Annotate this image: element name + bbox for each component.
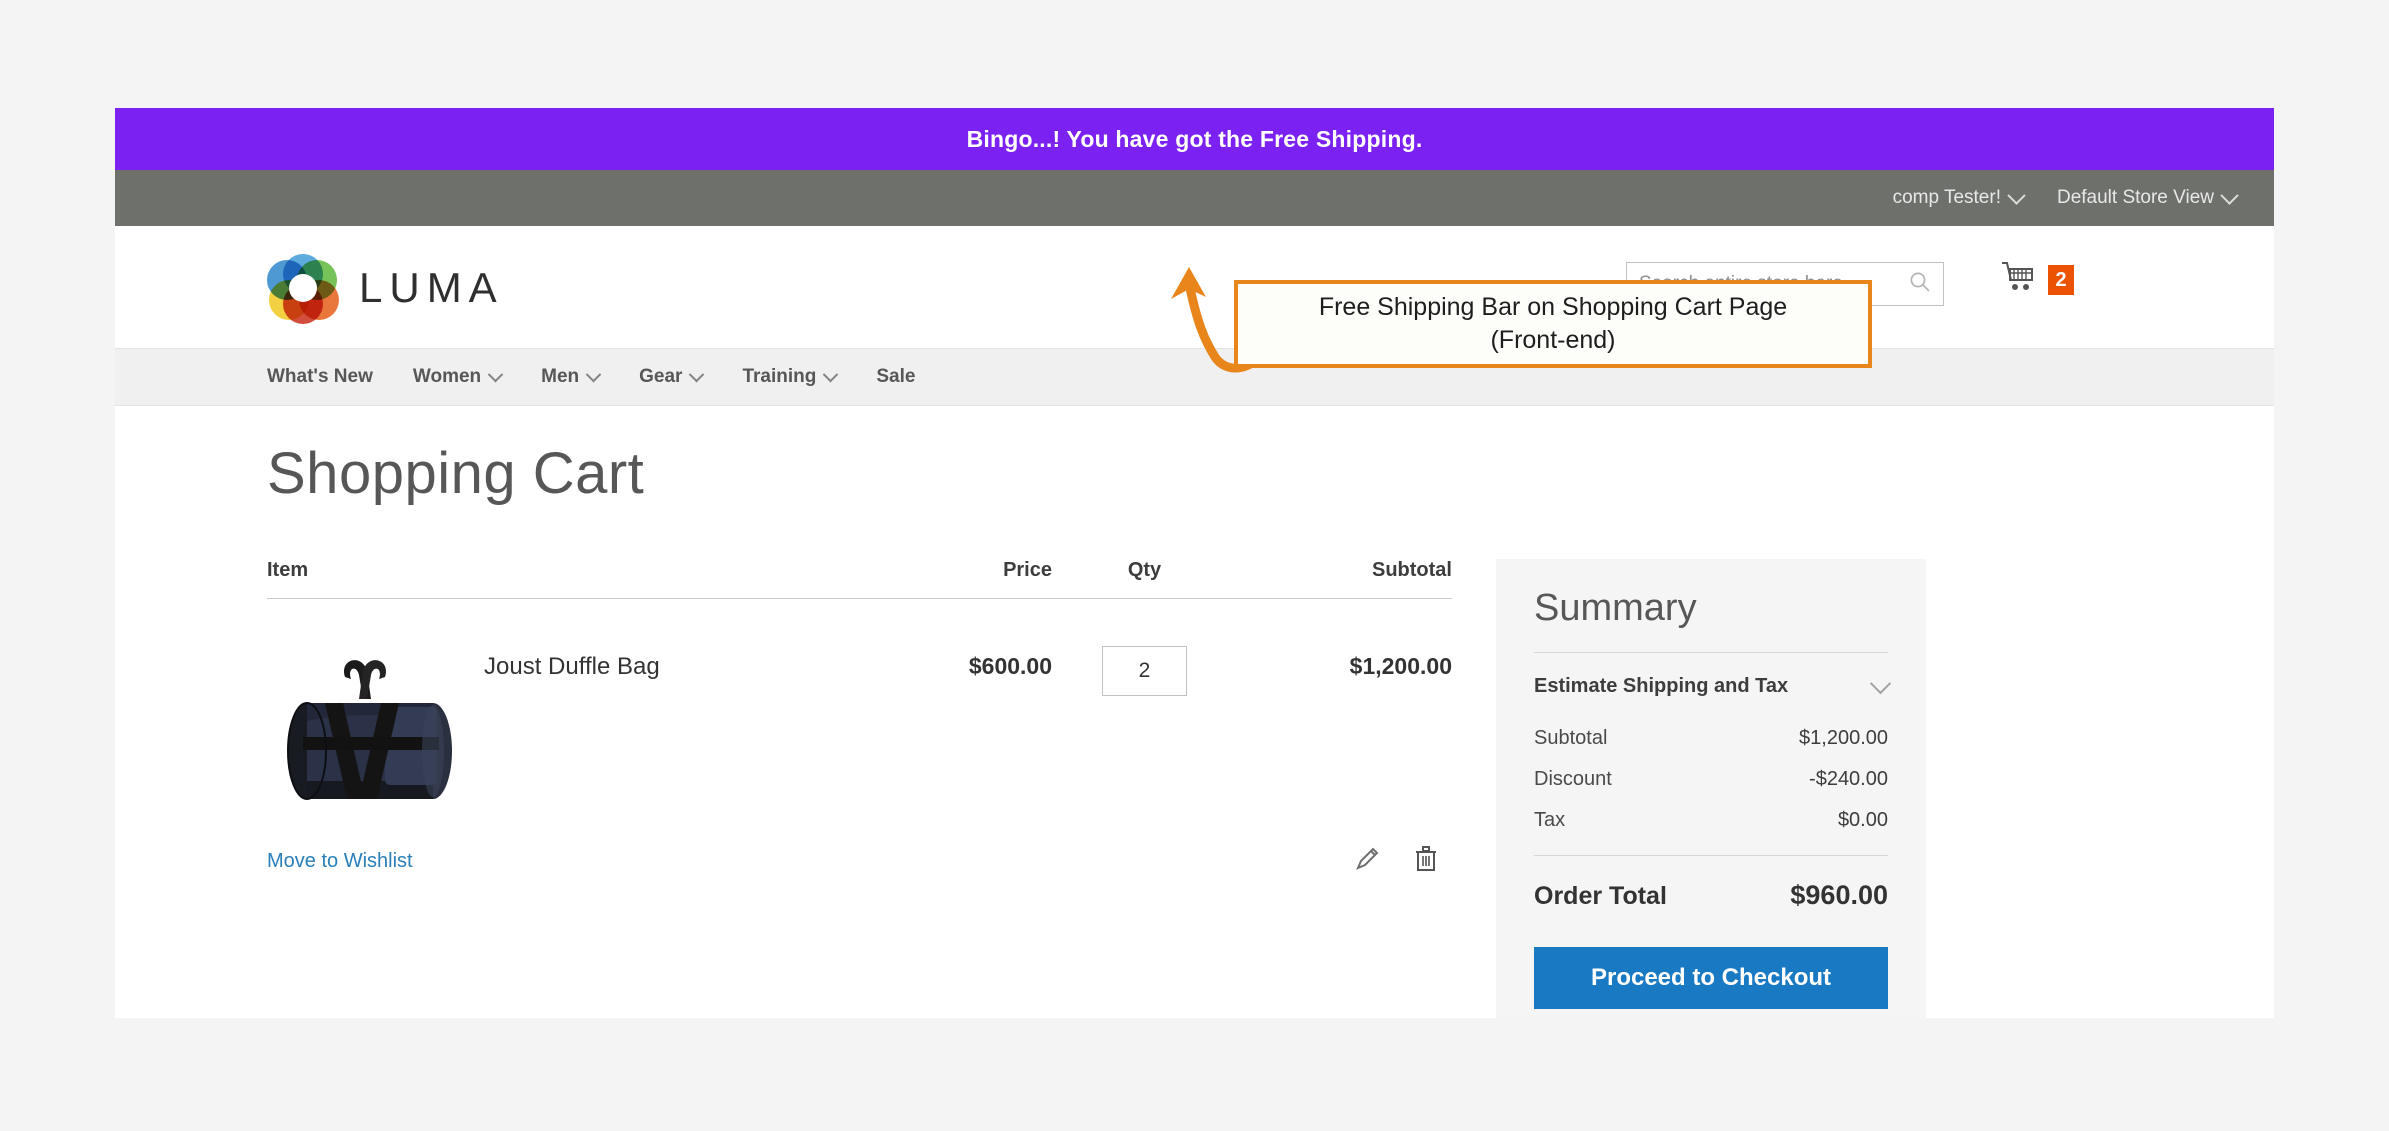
column-header-subtotal: Subtotal — [1372, 559, 1452, 581]
nav-label: What's New — [267, 366, 373, 387]
order-summary-panel: Summary Estimate Shipping and Tax Subtot… — [1496, 559, 1926, 1018]
column-header-item: Item — [267, 559, 309, 581]
search-icon[interactable] — [1909, 271, 1931, 298]
annotation-callout: Free Shipping Bar on Shopping Cart Page … — [1234, 280, 1872, 368]
joust-duffle-bag-photo — [267, 641, 472, 821]
nav-label: Training — [742, 366, 817, 387]
admin-user-menu[interactable]: comp Tester! — [1892, 185, 2026, 209]
nav-item-training[interactable]: Training — [742, 366, 839, 388]
order-total-label: Order Total — [1534, 882, 1667, 910]
summary-label: Discount — [1534, 768, 1612, 790]
summary-value: $0.00 — [1837, 809, 1888, 831]
logo-link[interactable]: LUMA — [267, 254, 504, 324]
product-name-link[interactable]: Joust Duffle Bag — [484, 641, 660, 681]
store-page-viewport: Bingo...! You have got the Free Shipping… — [115, 108, 2274, 1018]
chevron-down-icon — [2220, 185, 2239, 205]
column-header-qty: Qty — [1127, 559, 1162, 581]
summary-line-subtotal: Subtotal $1,200.00 — [1534, 718, 1888, 759]
cart-item-subtotal: $1,200.00 — [1349, 653, 1452, 679]
store-view-label: Default Store View — [2056, 187, 2214, 208]
shopping-cart-icon[interactable] — [2000, 260, 2038, 299]
page-title: Shopping Cart — [267, 441, 645, 506]
chevron-down-icon — [1869, 673, 1892, 695]
admin-store-bar: comp Tester! Default Store View — [115, 170, 2274, 226]
summary-line-discount: Discount -$240.00 — [1534, 759, 1888, 800]
move-to-wishlist-link[interactable]: Move to Wishlist — [267, 850, 413, 873]
cart-item-cell: Joust Duffle Bag — [267, 641, 862, 821]
cart-items-table: Item Price Qty Subtotal Joust Duffle Bag… — [267, 559, 1452, 877]
nav-label: Women — [412, 366, 482, 387]
order-total-row: Order Total $960.00 — [1534, 855, 1888, 911]
cart-layout: Item Price Qty Subtotal Joust Duffle Bag… — [115, 559, 2274, 1018]
nav-label: Gear — [639, 366, 683, 387]
quantity-stepper[interactable] — [1102, 646, 1187, 696]
nav-item-gear[interactable]: Gear — [639, 366, 705, 388]
summary-value: $1,200.00 — [1799, 727, 1888, 749]
cart-row-actions: Move to Wishlist — [267, 845, 1452, 877]
cart-table-header: Item Price Qty Subtotal — [267, 559, 1452, 599]
summary-title: Summary — [1534, 587, 1697, 629]
order-total-value: $960.00 — [1790, 880, 1888, 910]
chevron-down-icon — [585, 366, 602, 382]
annotation-line-2: (Front-end) — [1490, 326, 1616, 354]
trash-icon[interactable] — [1414, 845, 1438, 877]
cart-item-price: $600.00 — [968, 653, 1052, 679]
nav-label: Men — [541, 366, 580, 387]
summary-label: Tax — [1534, 809, 1566, 831]
chevron-down-icon — [2007, 185, 2026, 205]
summary-label: Subtotal — [1534, 727, 1608, 749]
proceed-to-checkout-button[interactable]: Proceed to Checkout — [1534, 947, 1888, 1009]
minicart[interactable]: 2 — [2000, 260, 2074, 299]
chevron-down-icon — [823, 366, 839, 382]
table-row: Joust Duffle Bag $600.00 $1,200.00 — [267, 599, 1452, 821]
cart-item-count-badge: 2 — [2048, 264, 2074, 295]
estimate-shipping-and-tax-toggle[interactable]: Estimate Shipping and Tax — [1534, 652, 1892, 718]
nav-item-men[interactable]: Men — [541, 366, 602, 388]
summary-line-tax: Tax $0.00 — [1534, 800, 1888, 841]
store-view-switcher[interactable]: Default Store View — [2056, 185, 2239, 209]
chevron-down-icon — [689, 366, 705, 382]
logo-wordmark: LUMA — [359, 264, 504, 311]
cart-page-content: Shopping Cart Item Price Qty Subtotal Jo… — [115, 406, 2274, 1018]
cart-item-qty-cell — [1052, 641, 1237, 696]
column-header-price: Price — [1003, 559, 1052, 581]
nav-label: Sale — [876, 366, 916, 387]
nav-item-whats-new[interactable]: What's New — [267, 366, 373, 388]
admin-user-label: comp Tester! — [1892, 187, 2001, 208]
row-icon-group — [1354, 845, 1438, 877]
free-shipping-promo-bar: Bingo...! You have got the Free Shipping… — [115, 108, 2274, 170]
annotation-line-1: Free Shipping Bar on Shopping Cart Page — [1318, 293, 1788, 321]
promo-bar-text: Bingo...! You have got the Free Shipping… — [966, 125, 1423, 152]
luma-rings-logo-icon — [267, 254, 339, 324]
nav-item-women[interactable]: Women — [412, 366, 504, 388]
chevron-down-icon — [487, 366, 504, 382]
pencil-icon[interactable] — [1354, 846, 1380, 877]
estimate-shipping-label: Estimate Shipping and Tax — [1534, 675, 1789, 697]
summary-value: -$240.00 — [1809, 768, 1888, 790]
nav-item-sale[interactable]: Sale — [876, 366, 915, 388]
